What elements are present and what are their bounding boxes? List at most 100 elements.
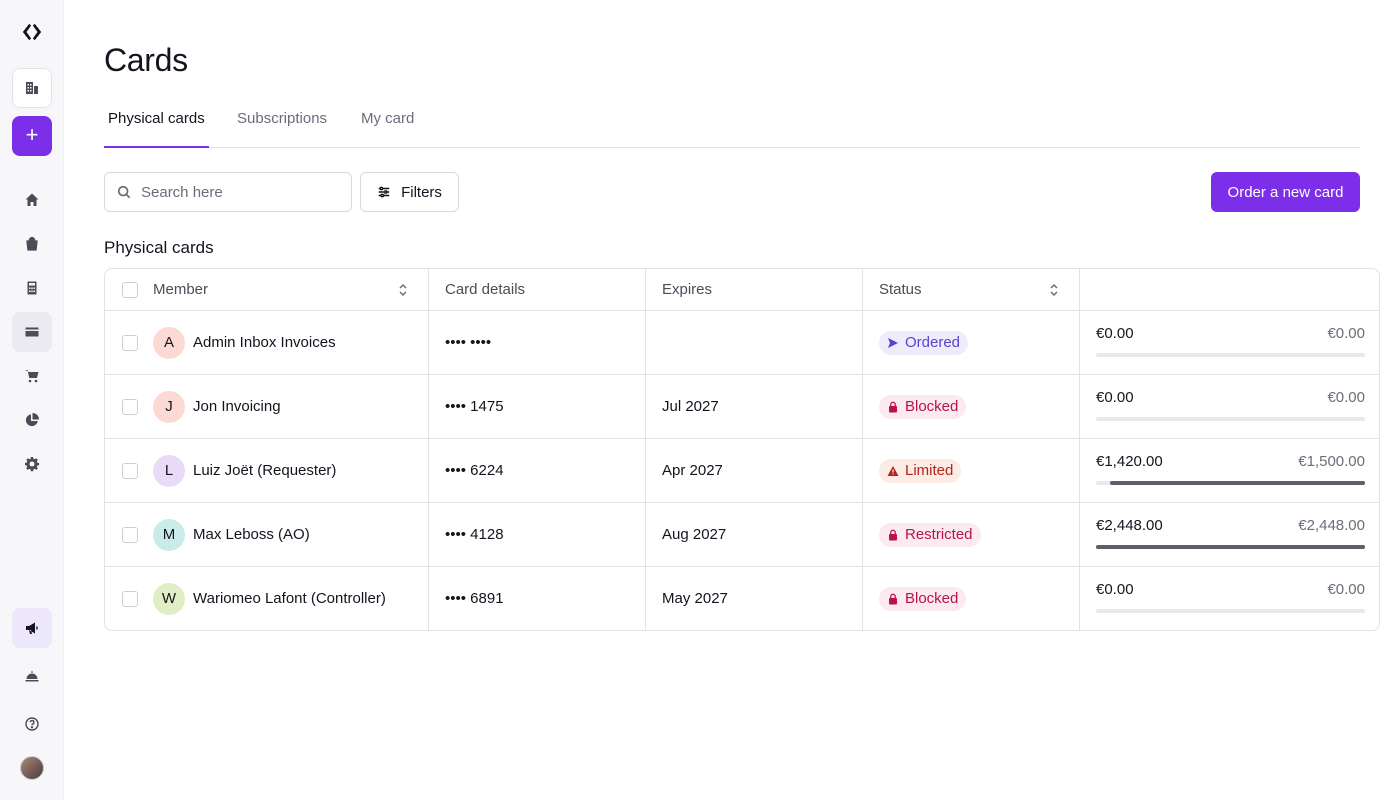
avatar-initial: L — [164, 462, 174, 479]
member-cell[interactable]: J Jon Invoicing — [153, 375, 429, 438]
status-label: Blocked — [905, 590, 959, 607]
table-row[interactable]: J Jon Invoicing •••• 1475 Jul 2027 Blocked €0… — [105, 374, 1379, 438]
nav-help[interactable] — [12, 704, 52, 744]
table-row[interactable]: A Admin Inbox Invoices •••• •••• Ordered €0.… — [105, 310, 1379, 374]
avatar-initial: M — [162, 526, 176, 543]
member-avatar: M — [153, 518, 185, 551]
status-label: Restricted — [905, 526, 973, 543]
member-avatar: A — [153, 326, 185, 359]
order-new-card-button[interactable]: Order a new card — [1211, 172, 1360, 212]
row-select-cell — [105, 375, 153, 438]
row-select-cell — [105, 567, 153, 630]
status-badge: Limited — [879, 458, 962, 483]
building-icon — [26, 82, 38, 94]
nav-announcements[interactable] — [12, 608, 52, 648]
member-name: Jon Invoicing — [193, 398, 281, 415]
spend-progress-fill — [1096, 544, 1365, 549]
avatar-initial: A — [163, 334, 174, 351]
spend-progress-bar — [1096, 544, 1365, 549]
sort-icon[interactable] — [1049, 283, 1059, 297]
spend-header — [1080, 269, 1379, 310]
row-checkbox[interactable] — [122, 526, 138, 543]
spend-summary: €0.00 €0.00 — [1096, 325, 1365, 361]
row-checkbox[interactable] — [122, 398, 138, 415]
member-name: Luiz Joët (Requester) — [193, 462, 337, 479]
status-label: Ordered — [905, 334, 961, 351]
member-cell[interactable]: M Max Leboss (AO) — [153, 503, 429, 566]
row-checkbox[interactable] — [122, 334, 138, 351]
limit-amount: €2,448.00 — [1298, 516, 1365, 534]
spent-amount: €0.00 — [1096, 580, 1134, 598]
spend-cell: €1,420.00 €1,500.00 — [1080, 439, 1379, 502]
member-cell[interactable]: A Admin Inbox Invoices — [153, 311, 429, 374]
concierge-bell-icon — [25, 671, 39, 682]
status-header[interactable]: Status — [863, 269, 1080, 310]
member-header[interactable]: Member — [153, 269, 429, 310]
row-checkbox[interactable] — [122, 462, 138, 479]
search-input[interactable] — [141, 183, 331, 201]
nav-cards[interactable] — [12, 312, 52, 352]
tab-physical-cards[interactable]: Physical cards — [104, 100, 209, 148]
user-avatar[interactable] — [20, 756, 44, 780]
nav-service[interactable] — [12, 656, 52, 696]
status-badge: Blocked — [879, 586, 967, 611]
card-expiry: Aug 2027 — [646, 503, 863, 566]
member-name: Wariomeo Lafont (Controller) — [193, 590, 386, 607]
spend-progress-bar — [1096, 608, 1365, 613]
search-box — [104, 172, 352, 212]
spent-amount: €0.00 — [1096, 388, 1134, 406]
row-select-cell — [105, 439, 153, 502]
calculator-icon — [27, 281, 37, 295]
logo-icon[interactable] — [12, 12, 52, 52]
lock-icon — [887, 401, 905, 413]
filters-button[interactable]: Filters — [360, 172, 459, 212]
cards-table: Member Card details Expires Status A Admi… — [104, 268, 1380, 631]
gear-icon — [25, 457, 40, 472]
send-icon — [887, 337, 905, 349]
help-circle-icon — [25, 717, 39, 731]
member-name: Max Leboss (AO) — [193, 526, 310, 543]
filters-label: Filters — [401, 183, 442, 201]
select-all-cell — [105, 269, 153, 310]
table-row[interactable]: M Max Leboss (AO) •••• 4128 Aug 2027 Restric… — [105, 502, 1379, 566]
avatar-initial: W — [161, 590, 177, 607]
table-row[interactable]: L Luiz Joët (Requester) •••• 6224 Apr 2027 L… — [105, 438, 1379, 502]
member-cell[interactable]: W Wariomeo Lafont (Controller) — [153, 567, 429, 630]
spend-summary: €0.00 €0.00 — [1096, 389, 1365, 425]
card-number: •••• 6224 — [429, 439, 646, 502]
nav-purchase-orders[interactable] — [12, 356, 52, 396]
nav-insights[interactable] — [12, 400, 52, 440]
create-button[interactable]: + — [12, 116, 52, 156]
card-number: •••• 1475 — [429, 375, 646, 438]
tab-my-card[interactable]: My card — [357, 100, 418, 148]
limit-amount: €1,500.00 — [1298, 452, 1365, 470]
spend-summary: €1,420.00 €1,500.00 — [1096, 453, 1365, 489]
nav-home[interactable] — [12, 180, 52, 220]
sort-icon[interactable] — [398, 283, 408, 297]
table-body: A Admin Inbox Invoices •••• •••• Ordered €0.… — [105, 310, 1379, 630]
shopping-bag-icon — [26, 236, 38, 251]
company-switcher-button[interactable] — [12, 68, 52, 108]
nav-settings[interactable] — [12, 444, 52, 484]
row-checkbox[interactable] — [122, 590, 138, 607]
spent-amount: €2,448.00 — [1096, 516, 1163, 534]
spend-progress-fill — [1110, 480, 1365, 485]
table-row[interactable]: W Wariomeo Lafont (Controller) •••• 6891 Ma… — [105, 566, 1379, 630]
member-name: Admin Inbox Invoices — [193, 334, 336, 351]
section-title: Physical cards — [104, 238, 214, 257]
member-cell[interactable]: L Luiz Joët (Requester) — [153, 439, 429, 502]
member-header-label: Member — [153, 281, 209, 298]
nav-accounting[interactable] — [12, 268, 52, 308]
tab-subscriptions[interactable]: Subscriptions — [233, 100, 331, 148]
expires-header: Expires — [646, 269, 863, 310]
select-all-checkbox[interactable] — [122, 281, 138, 298]
card-expiry — [646, 311, 863, 374]
status-cell: Limited — [863, 439, 1080, 502]
spend-progress-bar — [1096, 352, 1365, 357]
cart-icon — [25, 370, 39, 383]
table-header: Member Card details Expires Status — [105, 269, 1379, 310]
status-badge: Blocked — [879, 394, 967, 419]
limit-amount: €0.00 — [1327, 324, 1365, 342]
limit-amount: €0.00 — [1327, 580, 1365, 598]
nav-purchases[interactable] — [12, 224, 52, 264]
